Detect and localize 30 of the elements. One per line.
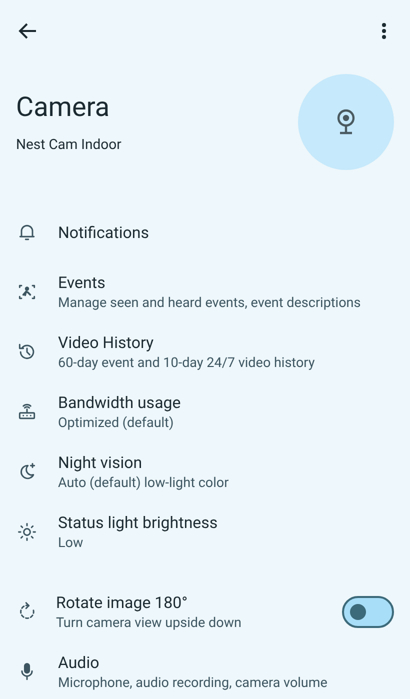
- setting-summary: Microphone, audio recording, camera volume: [58, 675, 328, 691]
- setting-label: Notifications: [58, 222, 150, 242]
- more-options-icon: [382, 23, 386, 39]
- sun-icon: [16, 521, 38, 543]
- setting-label: Night vision: [58, 453, 144, 472]
- setting-row[interactable]: Audio Microphone, audio recording, camera volume: [0, 642, 410, 699]
- back-arrow-icon: [18, 21, 38, 41]
- setting-summary: Low: [58, 535, 84, 551]
- setting-row[interactable]: Night vision Auto (default) low-light color: [0, 442, 410, 502]
- setting-row[interactable]: Bandwidth usage Optimized (default): [0, 382, 410, 442]
- device-title: Camera: [16, 91, 111, 123]
- toggle-switch[interactable]: [342, 596, 394, 628]
- device-model: Nest Cam Indoor: [16, 137, 122, 153]
- setting-label: Audio: [58, 653, 100, 672]
- setting-label: Video History: [58, 333, 155, 352]
- setting-row[interactable]: Status light brightness Low: [0, 502, 410, 562]
- setting-label: Bandwidth usage: [58, 393, 182, 412]
- setting-summary: Optimized (default): [58, 415, 175, 431]
- setting-row[interactable]: Video History 60-day event and 10-day 24/7 video history: [0, 322, 410, 382]
- setting-label: Status light brightness: [58, 513, 219, 532]
- setting-label: Rotate image 180°: [56, 593, 189, 612]
- setting-summary: Manage seen and heard events, event descriptions: [58, 295, 362, 311]
- setting-label: Events: [58, 273, 106, 292]
- setting-row[interactable]: Events Manage seen and heard events, event descriptions: [0, 262, 410, 322]
- setting-summary: Turn camera view upside down: [56, 615, 242, 631]
- setting-summary: 60-day event and 10-day 24/7 video history: [58, 355, 316, 371]
- setting-row[interactable]: Rotate image 180° Turn camera view upside down: [0, 582, 410, 642]
- setting-row[interactable]: Notifications: [0, 202, 410, 262]
- webcam-icon: [335, 109, 357, 135]
- setting-summary: Auto (default) low-light color: [58, 475, 230, 491]
